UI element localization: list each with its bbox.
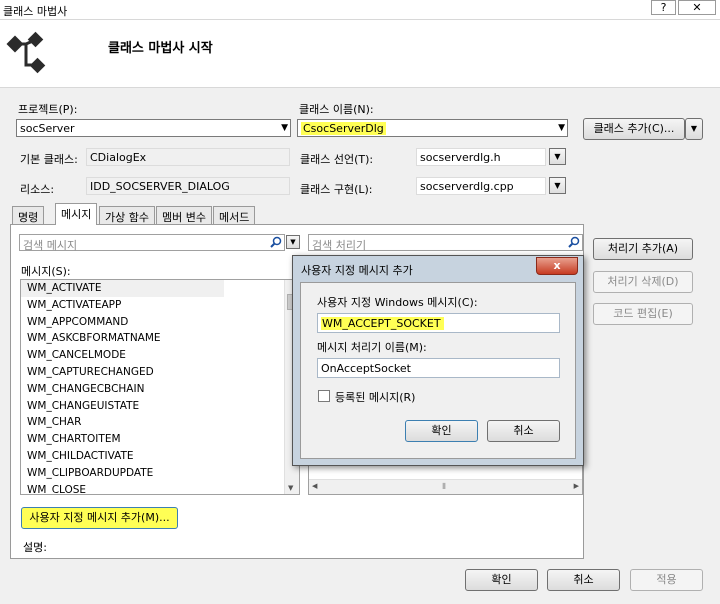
messages-label: 메시지(S): xyxy=(21,265,71,278)
list-item[interactable]: WM_ASKCBFORMATNAME xyxy=(21,330,299,347)
add-class-dropdown-button[interactable]: ▼ xyxy=(685,118,703,140)
dialog-close-button[interactable]: x xyxy=(536,257,578,275)
list-item[interactable]: WM_CHILDACTIVATE xyxy=(21,448,299,465)
chevron-down-icon: ▼ xyxy=(690,124,698,133)
search-icon[interactable] xyxy=(568,236,580,248)
class-name-label: 클래스 이름(N): xyxy=(299,103,374,116)
help-button[interactable]: ? xyxy=(651,0,676,15)
ok-button[interactable]: 확인 xyxy=(465,569,538,591)
messages-list[interactable]: WM_ACTIVATE WM_ACTIVATEAPP WM_APPCOMMAND… xyxy=(20,279,300,495)
project-label: 프로젝트(P): xyxy=(18,103,78,116)
scrollbar-thumb[interactable]: ⦀ xyxy=(429,482,459,492)
edit-code-button[interactable]: 코드 편집(E) xyxy=(593,303,693,325)
windows-message-value: WM_ACCEPT_SOCKET xyxy=(321,317,444,330)
class-name-value: CsocServerDlg xyxy=(301,122,386,135)
project-combo[interactable]: socServer ▼ xyxy=(16,119,291,137)
list-item[interactable]: WM_CLOSE xyxy=(21,482,299,494)
windows-message-input[interactable]: WM_ACCEPT_SOCKET xyxy=(317,313,560,333)
list-item[interactable]: WM_CANCELMODE xyxy=(21,347,299,364)
dialog-cancel-button[interactable]: 취소 xyxy=(487,420,560,442)
resource-field: IDD_SOCSERVER_DIALOG xyxy=(86,177,290,195)
list-item[interactable]: WM_ACTIVATEAPP xyxy=(21,297,299,314)
handler-name-input[interactable]: OnAcceptSocket xyxy=(317,358,560,378)
class-declaration-dropdown[interactable]: ▼ xyxy=(549,148,566,165)
window-close-button[interactable]: ✕ xyxy=(678,0,716,15)
class-implementation-field[interactable]: socserverdlg.cpp xyxy=(416,177,546,195)
class-declaration-field[interactable]: socserverdlg.h xyxy=(416,148,546,166)
registered-message-label: 등록된 메시지(R) xyxy=(335,391,416,404)
delete-handler-button[interactable]: 처리기 삭제(D) xyxy=(593,271,693,293)
windows-message-label: 사용자 지정 Windows 메시지(C): xyxy=(317,296,478,309)
class-wizard-logo-icon xyxy=(6,31,46,74)
list-item[interactable]: WM_CHANGECBCHAIN xyxy=(21,381,299,398)
add-custom-message-dialog: 사용자 지정 메시지 추가 x 사용자 지정 Windows 메시지(C): W… xyxy=(292,255,584,466)
resource-label: 리소스: xyxy=(20,183,55,196)
handler-name-label: 메시지 처리기 이름(M): xyxy=(317,341,427,354)
message-search-input[interactable]: 검색 메시지 xyxy=(19,234,285,252)
chevron-down-icon: ▼ xyxy=(554,152,561,161)
dialog-body: 사용자 지정 Windows 메시지(C): WM_ACCEPT_SOCKET … xyxy=(300,282,576,459)
handler-search-input[interactable]: 검색 처리기 xyxy=(308,234,583,252)
wizard-header: 클래스 마법사 시작 xyxy=(0,20,720,88)
list-item[interactable]: WM_APPCOMMAND xyxy=(21,314,299,331)
base-class-field: CDialogEx xyxy=(86,148,290,166)
window-title-bar: 클래스 마법사 ? ✕ xyxy=(0,0,720,20)
list-item[interactable]: WM_CHAR xyxy=(21,414,299,431)
project-value: socServer xyxy=(20,122,75,135)
wizard-heading: 클래스 마법사 시작 xyxy=(108,41,213,56)
tab-virtual-functions[interactable]: 가상 함수 xyxy=(99,206,155,224)
message-filter-dropdown[interactable]: ▼ xyxy=(286,235,300,249)
class-name-combo[interactable]: CsocServerDlg ▼ xyxy=(297,119,568,137)
description-label: 설명: xyxy=(23,541,47,554)
chevron-down-icon: ▼ xyxy=(290,238,296,246)
tab-member-variables[interactable]: 멤버 변수 xyxy=(156,206,212,224)
scroll-right-arrow-icon[interactable]: ▶ xyxy=(574,482,579,490)
tab-messages[interactable]: 메시지 xyxy=(55,203,98,225)
chevron-down-icon: ▼ xyxy=(558,123,565,133)
list-item[interactable]: WM_CAPTURECHANGED xyxy=(21,364,299,381)
dialog-ok-button[interactable]: 확인 xyxy=(405,420,478,442)
handlers-hscrollbar[interactable]: ◀ ⦀ ▶ xyxy=(309,479,582,494)
list-item[interactable]: WM_CHARTOITEM xyxy=(21,431,299,448)
add-handler-button[interactable]: 처리기 추가(A) xyxy=(593,238,693,260)
tab-methods[interactable]: 메서드 xyxy=(213,206,256,224)
apply-button[interactable]: 적용 xyxy=(630,569,703,591)
list-item[interactable]: WM_CHANGEUISTATE xyxy=(21,398,299,415)
dialog-title: 사용자 지정 메시지 추가 xyxy=(301,264,413,277)
registered-message-checkbox[interactable] xyxy=(318,390,330,402)
class-declaration-label: 클래스 선언(T): xyxy=(300,153,374,166)
class-implementation-dropdown[interactable]: ▼ xyxy=(549,177,566,194)
window-title: 클래스 마법사 xyxy=(3,5,68,18)
tab-commands[interactable]: 명령 xyxy=(12,206,45,224)
chevron-down-icon: ▼ xyxy=(281,123,288,133)
cancel-button[interactable]: 취소 xyxy=(547,569,620,591)
class-implementation-label: 클래스 구현(L): xyxy=(300,183,373,196)
add-custom-message-button[interactable]: 사용자 지정 메시지 추가(M)... xyxy=(21,507,178,529)
add-class-button[interactable]: 클래스 추가(C)... xyxy=(583,118,685,140)
chevron-down-icon: ▼ xyxy=(554,181,561,190)
scroll-left-arrow-icon[interactable]: ◀ xyxy=(312,482,317,490)
base-class-label: 기본 클래스: xyxy=(20,153,78,166)
scroll-down-arrow-icon[interactable]: ▼ xyxy=(288,484,293,492)
list-item[interactable]: WM_ACTIVATE xyxy=(21,280,224,297)
list-item[interactable]: WM_CLIPBOARDUPDATE xyxy=(21,465,299,482)
search-icon[interactable] xyxy=(270,236,282,248)
